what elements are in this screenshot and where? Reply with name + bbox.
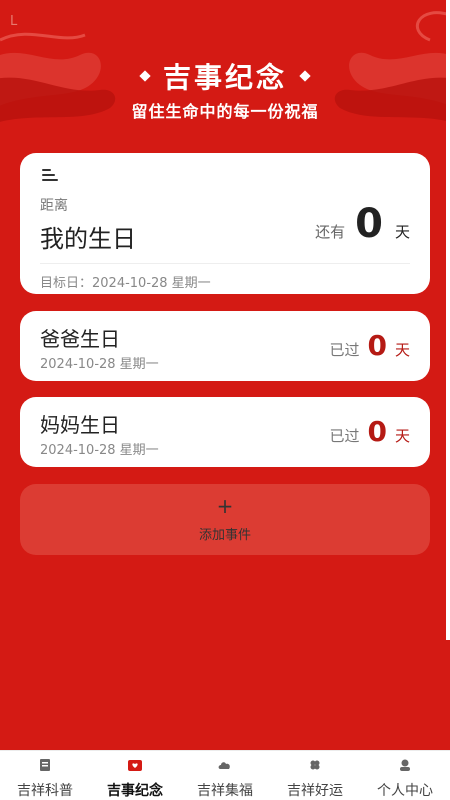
- cloud-icon: [218, 762, 230, 769]
- days-unit: 天: [394, 223, 410, 241]
- tab-label: 吉祥科普: [17, 783, 73, 799]
- add-event-label: 添加事件: [198, 528, 251, 543]
- event-name: 我的生日: [40, 225, 136, 253]
- menu-icon[interactable]: [42, 169, 58, 181]
- divider: [40, 263, 410, 264]
- user-icon: [400, 759, 410, 771]
- clover-icon: [310, 760, 320, 770]
- page-subtitle: 留住生命中的每一份祝福: [131, 102, 319, 121]
- elapsed-prefix: 已过: [329, 427, 360, 445]
- days-count: 0: [355, 201, 383, 247]
- elapsed-days: 已过 0 天: [329, 329, 410, 362]
- status-mark: L: [10, 14, 18, 29]
- days-count: 0: [367, 329, 387, 362]
- page-title: 吉事纪念: [0, 56, 450, 96]
- diamond-icon: [299, 70, 311, 82]
- main-screen: L 吉事纪念 留住生命中的每一份祝福 距离 我的生日 还有 0 天 目标日：20…: [0, 0, 450, 750]
- bottom-tab-bar: 吉祥科普 吉事纪念 吉祥集福 吉祥好运 个人中心: [0, 750, 450, 800]
- tab-label: 吉事纪念: [107, 783, 163, 799]
- target-date: 目标日：2024-10-28 星期一: [40, 276, 211, 291]
- event-name: 爸爸生日: [40, 327, 120, 351]
- plus-icon: +: [216, 494, 234, 518]
- tab-luck[interactable]: 吉祥好运: [270, 751, 360, 800]
- days-unit: 天: [394, 341, 410, 359]
- event-card[interactable]: 妈妈生日 2024-10-28 星期一 已过 0 天: [20, 397, 430, 467]
- page-title-text: 吉事纪念: [162, 61, 287, 94]
- scroll-edge: [446, 0, 450, 640]
- days-unit: 天: [394, 427, 410, 445]
- remaining-days: 还有 0 天: [315, 201, 410, 247]
- event-date: 2024-10-28 星期一: [40, 443, 159, 458]
- tab-science[interactable]: 吉祥科普: [0, 751, 90, 800]
- event-card[interactable]: 爸爸生日 2024-10-28 星期一 已过 0 天: [20, 311, 430, 381]
- tab-label: 吉祥集福: [197, 783, 253, 799]
- event-name: 妈妈生日: [40, 413, 120, 437]
- elapsed-prefix: 已过: [329, 341, 360, 359]
- mail-heart-icon: [128, 760, 142, 771]
- main-countdown-card[interactable]: 距离 我的生日 还有 0 天 目标日：2024-10-28 星期一: [20, 153, 430, 294]
- tab-label: 吉祥好运: [287, 783, 343, 799]
- tab-profile[interactable]: 个人中心: [360, 751, 450, 800]
- days-count: 0: [367, 415, 387, 448]
- tab-label: 个人中心: [377, 783, 433, 799]
- book-icon: [40, 759, 50, 771]
- add-event-button[interactable]: + 添加事件: [20, 484, 430, 555]
- tab-blessing[interactable]: 吉祥集福: [180, 751, 270, 800]
- diamond-icon: [139, 70, 151, 82]
- remaining-prefix: 还有: [315, 223, 346, 241]
- distance-label: 距离: [40, 198, 68, 214]
- elapsed-days: 已过 0 天: [329, 415, 410, 448]
- tab-commemoration[interactable]: 吉事纪念: [90, 751, 180, 800]
- event-date: 2024-10-28 星期一: [40, 357, 159, 372]
